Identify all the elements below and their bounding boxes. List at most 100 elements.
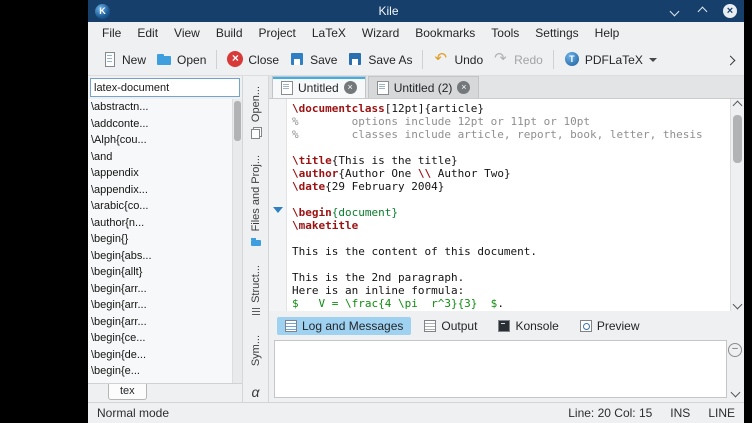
sidebar-tab[interactable]: Files and Proj... [248, 151, 264, 251]
toolbar-button[interactable]: Open [151, 48, 211, 71]
editor-column: Untitled Untitled (2) \documentclass[12p… [269, 76, 744, 402]
sidebar-tab[interactable]: Open... [248, 82, 264, 142]
toolview-tab-icon [424, 320, 436, 332]
editor-icon-border[interactable] [269, 99, 287, 311]
code-line: \date{29 February 2004} [292, 180, 730, 193]
scrollbar-thumb[interactable] [733, 115, 742, 163]
editor-scrollbar[interactable] [730, 99, 744, 311]
scroll-down-icon[interactable] [733, 300, 743, 310]
sidebar-tab-icon [250, 236, 262, 248]
menu-item[interactable]: Settings [527, 24, 586, 42]
latex-command-item[interactable]: \Alph{cou... [88, 132, 242, 149]
latex-command-item[interactable]: \addconte... [88, 116, 242, 133]
code-line: \documentclass[12pt]{article} [292, 102, 730, 115]
command-list-scrollbar[interactable] [232, 99, 242, 383]
toolbar-button[interactable]: New [96, 48, 151, 71]
toolbar-button[interactable]: Undo [428, 48, 488, 71]
maximize-button[interactable] [695, 4, 709, 18]
latex-command-item[interactable]: \begin{arr... [88, 314, 242, 331]
latex-command-list[interactable]: \abstractn... \addconte... \Alph{cou... … [88, 99, 242, 383]
collapse-panel-button[interactable] [728, 343, 742, 357]
tab-close-icon[interactable] [344, 81, 357, 94]
latex-command-item[interactable]: \begin{abs... [88, 248, 242, 265]
chevron-down-icon[interactable] [730, 388, 740, 398]
line-col-indicator[interactable]: Line: 20 Col: 15 [568, 406, 652, 420]
editor-tab-label: Untitled (2) [394, 81, 453, 95]
toolview-tab[interactable]: Output [416, 317, 485, 335]
latex-command-item[interactable]: \begin{allt} [88, 264, 242, 281]
latex-command-item[interactable]: \arabic{co... [88, 198, 242, 215]
toolbar-overflow-button[interactable] [719, 51, 736, 69]
menu-item[interactable]: Build [208, 24, 251, 42]
toolview-tabbar: Log and Messages Output Konsole [269, 311, 744, 340]
latex-command-item[interactable]: \abstractn... [88, 99, 242, 116]
latex-command-item[interactable]: \begin{e... [88, 363, 242, 380]
minimize-button[interactable] [667, 4, 681, 18]
toolview-tab[interactable]: Log and Messages [277, 317, 411, 335]
eol-indicator[interactable]: LINE [708, 406, 735, 420]
code-line [292, 193, 730, 206]
toolbar-button-icon [493, 51, 510, 68]
toolbar-button[interactable]: Close [222, 48, 284, 71]
toolbar-button-label: Redo [514, 53, 543, 67]
latex-command-item[interactable]: \and [88, 149, 242, 166]
latex-command-item[interactable]: \begin{} [88, 231, 242, 248]
editor-text[interactable]: \documentclass[12pt]{article}% options i… [287, 99, 730, 311]
latex-command-item[interactable]: \appendix... [88, 182, 242, 199]
titlebar[interactable]: K Kile × [88, 0, 744, 22]
menu-item[interactable]: Wizard [354, 24, 407, 42]
sidebar-tab[interactable]: Sym... [248, 331, 264, 370]
log-messages-view[interactable] [274, 340, 727, 398]
latex-command-item[interactable]: \author{n... [88, 215, 242, 232]
sidebar-tab[interactable]: Struct... [248, 261, 264, 323]
document-icon [281, 81, 293, 95]
latex-command-item[interactable]: \appendix [88, 165, 242, 182]
toolview-tab[interactable]: Preview [572, 317, 648, 335]
code-line: % classes include article, report, book,… [292, 128, 730, 141]
menu-item[interactable]: Project [251, 24, 304, 42]
toolbar-button-icon [101, 51, 118, 68]
fold-marker-icon[interactable] [273, 207, 283, 213]
menu-item[interactable]: File [94, 24, 129, 42]
menu-item[interactable]: Tools [483, 24, 527, 42]
toolview-tab[interactable]: Konsole [490, 317, 566, 335]
tab-tex[interactable]: tex [108, 384, 147, 400]
code-line: \title{This is the title} [292, 154, 730, 167]
latex-command-item[interactable]: \begin{arr... [88, 297, 242, 314]
menu-item[interactable]: Edit [129, 24, 166, 42]
toolbar-button-icon [433, 51, 450, 68]
insert-mode-indicator[interactable]: INS [670, 406, 690, 420]
toolview-tab-icon [580, 320, 592, 332]
code-line [292, 258, 730, 271]
toolbar-button[interactable]: Redo [488, 48, 548, 71]
tab-close-icon[interactable] [457, 81, 470, 94]
editor-tab-label: Untitled [298, 81, 339, 95]
editor-tab[interactable]: Untitled (2) [368, 76, 480, 98]
code-line: This is the 2nd paragraph. [292, 271, 730, 284]
latex-command-item[interactable]: \begin{de... [88, 347, 242, 364]
command-filter-input[interactable] [90, 78, 240, 97]
close-window-button[interactable]: × [723, 4, 737, 18]
scroll-up-icon[interactable] [733, 101, 743, 111]
toolbar-button-icon [156, 51, 173, 68]
latex-command-item[interactable]: \begin{ce... [88, 330, 242, 347]
latex-command-item[interactable]: \begin{arr... [88, 281, 242, 298]
code-line: % options include 12pt or 11pt or 10pt [292, 115, 730, 128]
chevron-up-icon [697, 6, 707, 16]
editor-tab[interactable]: Untitled [272, 76, 366, 98]
menu-item[interactable]: LaTeX [304, 24, 354, 42]
code-line [292, 232, 730, 245]
sidebar-tabstrip: Open... Files and Proj... Struct... Sym.… [243, 76, 269, 402]
sidebar-tab-label: Files and Proj... [250, 155, 262, 231]
toolbar-button[interactable]: Save [284, 48, 342, 71]
menu-item[interactable]: Help [587, 24, 628, 42]
menu-item[interactable]: View [166, 24, 208, 42]
scrollbar-thumb[interactable] [234, 101, 241, 141]
toolview-tab-label: Output [441, 319, 477, 333]
toolbar-button[interactable]: Save As [342, 48, 417, 71]
menubar: File Edit View Build Project LaTeX Wizar… [88, 22, 744, 44]
editor-view: \documentclass[12pt]{article}% options i… [269, 99, 744, 311]
menu-item[interactable]: Bookmarks [407, 24, 483, 42]
sidebar-tab[interactable]: α [250, 380, 262, 402]
toolbar-button[interactable]: PDFLaTeX [559, 48, 662, 71]
